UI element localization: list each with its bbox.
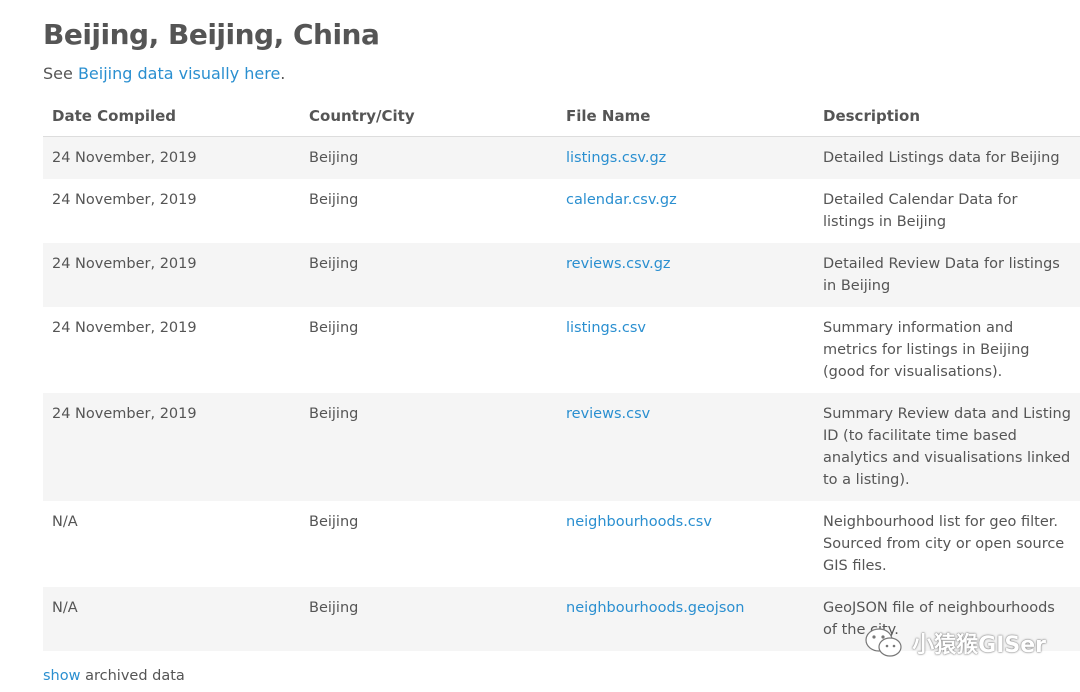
cell-file: reviews.csv xyxy=(557,393,814,501)
column-header-description: Description xyxy=(814,96,1080,137)
cell-file: listings.csv.gz xyxy=(557,136,814,179)
cell-description: Detailed Review Data for listings in Bei… xyxy=(814,243,1080,307)
visual-data-link[interactable]: Beijing data visually here xyxy=(78,64,280,83)
cell-file: calendar.csv.gz xyxy=(557,179,814,243)
file-link-neighbourhoods-geojson[interactable]: neighbourhoods.geojson xyxy=(566,600,744,616)
archived-data-line: show archived data xyxy=(43,668,185,684)
cell-city: Beijing xyxy=(300,587,557,651)
column-header-file: File Name xyxy=(557,96,814,137)
cell-description: Summary Review data and Listing ID (to f… xyxy=(814,393,1080,501)
cell-file: reviews.csv.gz xyxy=(557,243,814,307)
data-files-table: Date Compiled Country/City File Name Des… xyxy=(43,96,1080,651)
cell-city: Beijing xyxy=(300,393,557,501)
cell-date: 24 November, 2019 xyxy=(43,393,300,501)
column-header-city: Country/City xyxy=(300,96,557,137)
cell-city: Beijing xyxy=(300,179,557,243)
cell-date: 24 November, 2019 xyxy=(43,243,300,307)
cell-file: listings.csv xyxy=(557,307,814,393)
file-link-reviews-csv-gz[interactable]: reviews.csv.gz xyxy=(566,256,671,272)
cell-city: Beijing xyxy=(300,243,557,307)
cell-file: neighbourhoods.csv xyxy=(557,501,814,587)
cell-city: Beijing xyxy=(300,307,557,393)
watermark: 小猿猴GISer xyxy=(864,626,1046,660)
table-row: N/A Beijing neighbourhoods.csv Neighbour… xyxy=(43,501,1080,587)
table-row: 24 November, 2019 Beijing reviews.csv.gz… xyxy=(43,243,1080,307)
file-link-neighbourhoods-csv[interactable]: neighbourhoods.csv xyxy=(566,514,712,530)
see-suffix: . xyxy=(280,64,286,83)
cell-date: 24 November, 2019 xyxy=(43,179,300,243)
see-visual-line: See Beijing data visually here. xyxy=(43,64,285,83)
cell-city: Beijing xyxy=(300,136,557,179)
table-header-row: Date Compiled Country/City File Name Des… xyxy=(43,96,1080,137)
cell-description: Neighbourhood list for geo filter. Sourc… xyxy=(814,501,1080,587)
table-row: 24 November, 2019 Beijing listings.csv S… xyxy=(43,307,1080,393)
file-link-calendar-csv-gz[interactable]: calendar.csv.gz xyxy=(566,192,677,208)
file-link-listings-csv-gz[interactable]: listings.csv.gz xyxy=(566,150,666,166)
column-header-date: Date Compiled xyxy=(43,96,300,137)
wechat-icon xyxy=(865,628,902,657)
cell-description: Detailed Listings data for Beijing xyxy=(814,136,1080,179)
file-link-reviews-csv[interactable]: reviews.csv xyxy=(566,406,650,422)
cell-date: N/A xyxy=(43,587,300,651)
page-title: Beijing, Beijing, China xyxy=(43,18,380,51)
see-prefix: See xyxy=(43,64,78,83)
cell-city: Beijing xyxy=(300,501,557,587)
table-row: 24 November, 2019 Beijing reviews.csv Su… xyxy=(43,393,1080,501)
table-row: 24 November, 2019 Beijing calendar.csv.g… xyxy=(43,179,1080,243)
cell-description: Detailed Calendar Data for listings in B… xyxy=(814,179,1080,243)
watermark-text: 小猿猴GISer xyxy=(912,633,1046,658)
show-archived-link[interactable]: show xyxy=(43,668,80,684)
cell-file: neighbourhoods.geojson xyxy=(557,587,814,651)
cell-date: 24 November, 2019 xyxy=(43,307,300,393)
cell-description: Summary information and metrics for list… xyxy=(814,307,1080,393)
file-link-listings-csv[interactable]: listings.csv xyxy=(566,320,646,336)
archived-suffix: archived data xyxy=(80,668,185,684)
cell-date: N/A xyxy=(43,501,300,587)
table-row: 24 November, 2019 Beijing listings.csv.g… xyxy=(43,136,1080,179)
cell-date: 24 November, 2019 xyxy=(43,136,300,179)
